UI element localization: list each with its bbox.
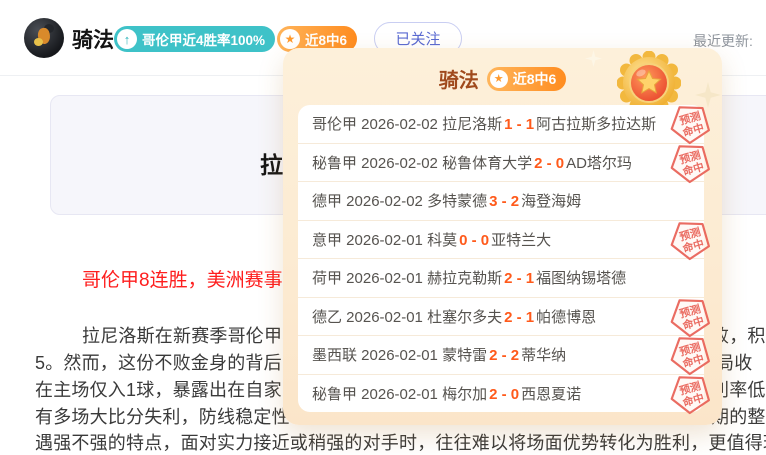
prediction-row-text: 墨西联 2026-02-01 蒙特雷2 - 2蒂华纳 [312,344,566,365]
match-score: 1 - 1 [504,116,534,133]
match-score: 0 - 0 [459,232,489,249]
prediction-list: 哥伦甲 2026-02-02 拉尼洛斯1 - 1阿古拉斯多拉达斯预测命中秘鲁甲 … [298,105,704,412]
match-score: 3 - 2 [489,193,519,210]
paragraph-line: 拉尼洛斯在新赛季哥伦甲表 [82,322,300,348]
winrate-badge: ↑ 哥伦甲近4胜率100% [114,26,275,52]
popup-user-name: 骑法 [439,64,479,93]
paragraph-line: 在主场仅入1球，暴露出在自家 [35,376,282,402]
article-red-heading: 哥伦甲8连胜，美洲赛事发 [82,265,302,292]
prediction-row: 德乙 2026-02-01 杜塞尔多夫2 - 1帕德博恩预测命中 [298,298,704,337]
prediction-row-text: 秘鲁甲 2026-02-01 梅尔加2 - 0西恩夏诺 [312,383,581,404]
popup-record-badge: ★ 近8中6 [487,67,567,91]
up-arrow-icon: ↑ [117,29,137,49]
winrate-badge-label: 哥伦甲近4胜率100% [142,29,265,49]
avatar-art [34,38,43,46]
star-icon: ★ [280,29,300,49]
prediction-row-text: 秘鲁甲 2026-02-02 秘鲁体育大学2 - 0AD塔尔玛 [312,152,632,173]
avatar[interactable] [24,18,64,58]
prediction-row: 哥伦甲 2026-02-02 拉尼洛斯1 - 1阿古拉斯多拉达斯预测命中 [298,105,704,144]
prediction-row: 意甲 2026-02-01 科莫0 - 0亚特兰大预测命中 [298,221,704,260]
match-score: 2 - 0 [489,386,519,403]
prediction-row: 秘鲁甲 2026-02-01 梅尔加2 - 0西恩夏诺预测命中 [298,375,704,413]
star-icon: ★ [490,70,508,88]
prediction-popup: 骑法 ★ 近8中6 哥伦甲 2026- [283,48,722,425]
match-score: 2 - 2 [489,347,519,364]
paragraph-line: 5。然而，这份不败金身的背后 [35,349,282,375]
prediction-row-text: 德甲 2026-02-02 多特蒙德3 - 2海登海姆 [312,190,581,211]
prediction-row-text: 意甲 2026-02-01 科莫0 - 0亚特兰大 [312,229,551,250]
prediction-row-text: 荷甲 2026-02-01 赫拉克勒斯2 - 1福图纳锡塔德 [312,267,626,288]
prediction-hit-stamp-icon: 预测命中 [662,212,719,266]
sparkle-icon [585,50,602,67]
match-score: 2 - 1 [504,309,534,326]
popup-record-label: 近8中6 [513,69,557,89]
prediction-row: 德甲 2026-02-02 多特蒙德3 - 2海登海姆 [298,182,704,221]
prediction-hit-stamp-icon: 预测命中 [662,135,719,189]
paragraph-line: 遇强不强的特点，面对实力接近或稍强的对手时，往往难以将场面优势转化为胜利，更值得… [35,429,766,455]
article-title-fragment: 拉 [260,146,283,180]
prediction-row: 墨西联 2026-02-01 蒙特雷2 - 2蒂华纳预测命中 [298,336,704,375]
prediction-row-text: 哥伦甲 2026-02-02 拉尼洛斯1 - 1阿古拉斯多拉达斯 [312,113,656,134]
recent-record-label: 近8中6 [305,29,347,49]
prediction-row-text: 德乙 2026-02-01 杜塞尔多夫2 - 1帕德博恩 [312,306,596,327]
paragraph-line: 有多场大比分失利，防线稳定性 [35,403,290,429]
prediction-hit-stamp-icon: 预测命中 [662,366,719,420]
user-name[interactable]: 骑法 [72,24,114,54]
match-score: 2 - 1 [504,270,534,287]
prediction-row: 荷甲 2026-02-01 赫拉克勒斯2 - 1福图纳锡塔德 [298,259,704,298]
match-score: 2 - 0 [534,155,564,172]
prediction-row: 秘鲁甲 2026-02-02 秘鲁体育大学2 - 0AD塔尔玛预测命中 [298,144,704,183]
